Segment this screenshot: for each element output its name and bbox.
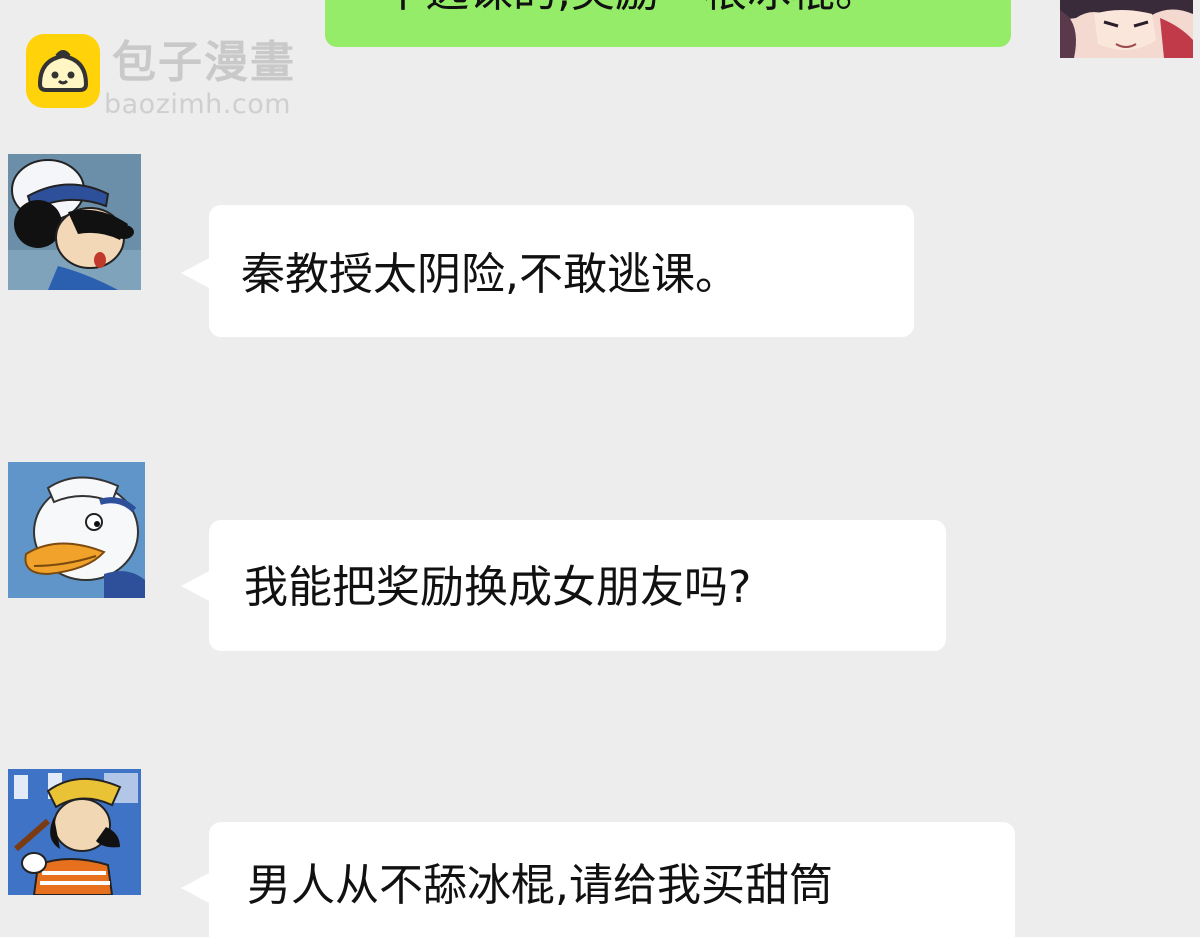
message-bubble-incoming[interactable]: 我能把奖励换成女朋友吗? <box>181 520 946 651</box>
watermark-name: 包子漫畫 <box>112 37 296 88</box>
bun-face-icon <box>26 34 100 108</box>
message-text: 不逃课的,奖励一根冰棍。 <box>381 0 879 22</box>
goofy-avatar[interactable] <box>8 769 141 895</box>
message-bubble-outgoing[interactable]: 不逃课的,奖励一根冰棍。 <box>325 0 1011 47</box>
mickey-mouse-avatar[interactable] <box>8 154 141 290</box>
chat-window: 包子漫畫 baozimh.com 不逃课的,奖励一根冰棍。 <box>0 0 1200 937</box>
donald-duck-avatar[interactable] <box>8 462 145 598</box>
message-text: 秦教授太阴险,不敢逃课。 <box>241 249 739 300</box>
message-bubble-incoming[interactable]: 秦教授太阴险,不敢逃课。 <box>181 205 914 337</box>
anime-boy-avatar[interactable] <box>1060 0 1193 58</box>
watermark: 包子漫畫 baozimh.com <box>26 34 326 120</box>
message-text: 我能把奖励换成女朋友吗? <box>244 562 752 613</box>
message-bubble-incoming[interactable]: 男人从不舔冰棍,请给我买甜筒 <box>181 822 1015 937</box>
watermark-url: baozimh.com <box>104 89 292 120</box>
message-text: 男人从不舔冰棍,请给我买甜筒 <box>247 860 833 911</box>
